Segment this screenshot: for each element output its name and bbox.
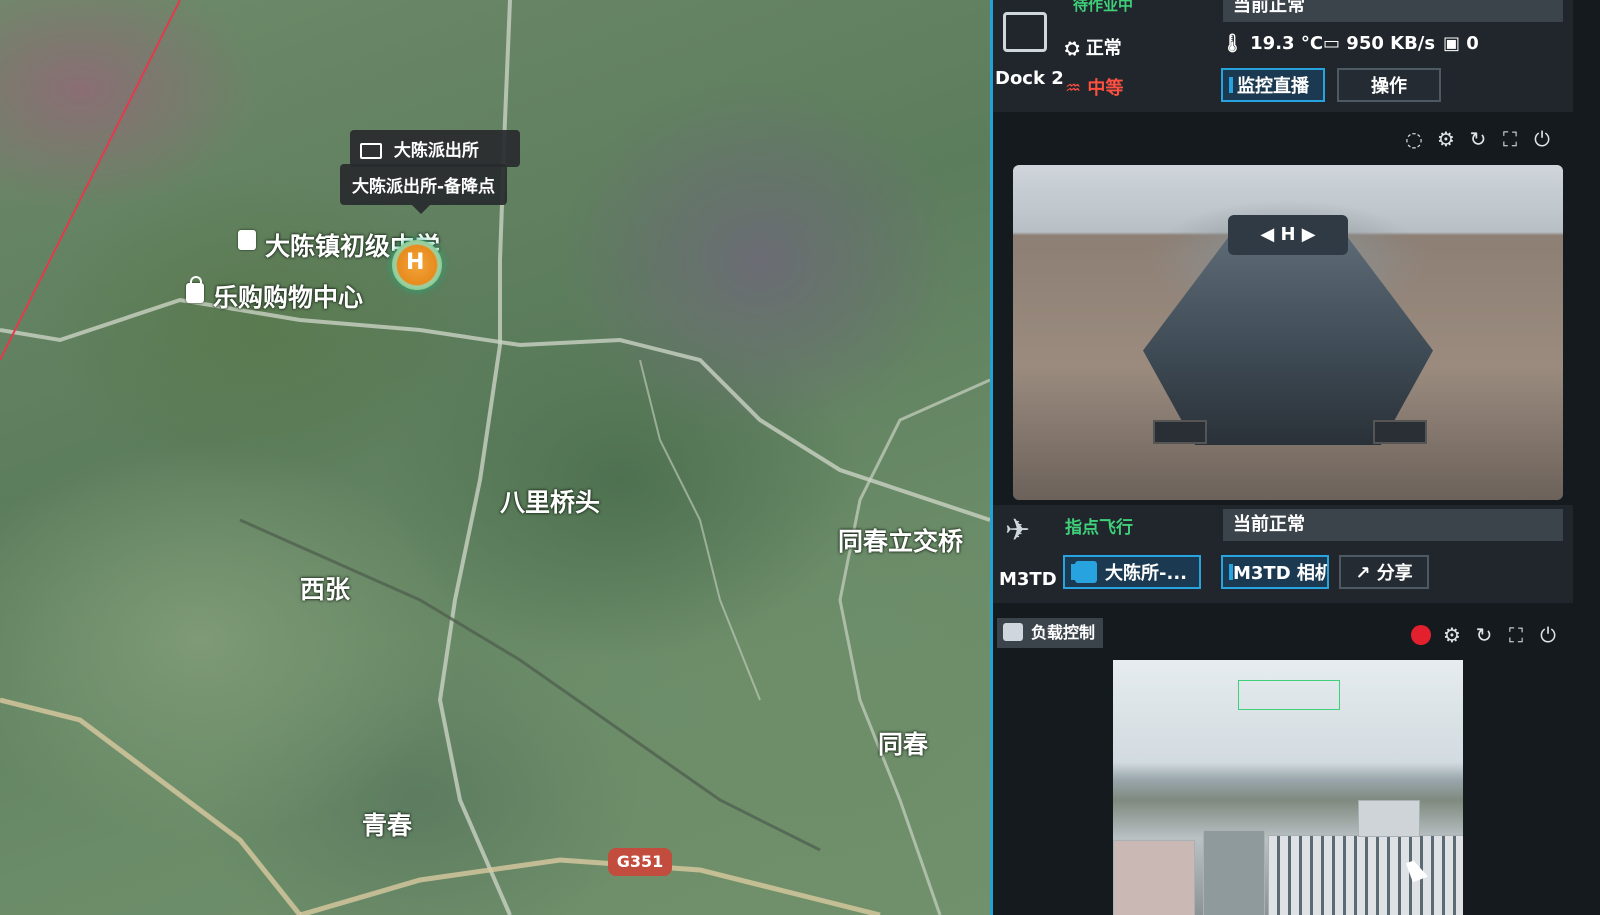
map-label-interchange[interactable]: 同春立交桥 <box>838 522 963 558</box>
dock-header: Dock 2 待作业中 当前正常 ⛭ 正常 ♒ 中等 🌡 19.3 °C ▭ 9… <box>993 0 1573 112</box>
fullscreen-icon[interactable]: ⛶ <box>1499 128 1521 150</box>
dock-state-label: 正常 <box>1085 38 1122 59</box>
dock-camera-video[interactable]: ◀ H ▶ <box>1013 165 1563 500</box>
camera-icon <box>1003 623 1023 641</box>
payload-camera-video[interactable] <box>1113 660 1463 915</box>
dock-select-button[interactable]: 大陈所-... <box>1063 555 1201 589</box>
power-icon[interactable]: ⏻ <box>1537 624 1559 646</box>
lock-icon <box>186 276 204 303</box>
drone-state-icon: ⛭ <box>1065 38 1080 59</box>
dock-network-value: 950 KB/s <box>1346 33 1436 54</box>
school-icon <box>238 230 256 250</box>
operate-button[interactable]: 操作 <box>1337 68 1441 102</box>
aircraft-status-bar: 当前正常 <box>1223 509 1563 541</box>
dock-video-toolbar: ◌ ⚙ ↻ ⛶ ⏻ <box>993 118 1573 158</box>
record-icon[interactable] <box>1411 625 1431 645</box>
dock-marker-icon[interactable] <box>392 240 442 290</box>
wind-icon: ♒ <box>1065 78 1082 99</box>
thermometer-icon: 🌡 <box>1221 33 1244 54</box>
refresh-icon[interactable]: ↻ <box>1467 128 1489 150</box>
map-tooltip-landing-point: 大陈派出所-备降点 <box>340 164 508 214</box>
building <box>1268 835 1463 915</box>
map-label-xizhang[interactable]: 西张 <box>300 570 350 606</box>
dock-temperature-value: 19.3 °C <box>1250 33 1324 54</box>
dock-temperature: 🌡 19.3 °C <box>1221 33 1323 54</box>
building <box>1358 800 1420 837</box>
building <box>1113 840 1195 915</box>
road-badge: G351 <box>608 848 672 876</box>
live-monitor-button[interactable]: 监控直播 <box>1221 68 1325 102</box>
device-panel: Dock 2 待作业中 当前正常 ⛭ 正常 ♒ 中等 🌡 19.3 °C ▭ 9… <box>990 0 1600 915</box>
aircraft-mode-text: 指点飞行 <box>1065 518 1133 538</box>
focus-box <box>1238 680 1340 710</box>
map-label-qingchun[interactable]: 青春 <box>362 806 412 842</box>
dock-vent-left <box>1153 420 1207 444</box>
map-tooltip-station-text: 大陈派出所 <box>393 141 479 161</box>
dock-network: ▭ 950 KB/s <box>1323 33 1435 54</box>
dock-mode-text: 待作业中 <box>1073 0 1134 14</box>
fullscreen-icon[interactable]: ⛶ <box>1505 624 1527 646</box>
dock-wind-label: 中等 <box>1087 78 1124 99</box>
share-label: 分享 <box>1376 563 1413 584</box>
storage-icon: ▣ <box>1443 33 1461 54</box>
dock-small-icon <box>360 143 382 159</box>
dock-icon <box>1003 12 1047 52</box>
share-button[interactable]: ↗ 分享 <box>1339 555 1429 589</box>
payload-control-tab[interactable]: 负载控制 <box>997 618 1104 648</box>
bulb-icon[interactable]: ◌ <box>1403 128 1425 150</box>
refresh-icon[interactable]: ↻ <box>1473 624 1495 646</box>
dock-status-bar: 当前正常 <box>1223 0 1563 22</box>
aircraft-icon: ✈ <box>1005 513 1031 548</box>
drone-h-marker: ◀ H ▶ <box>1228 215 1348 255</box>
camera-button[interactable]: M3TD 相机 <box>1221 555 1329 589</box>
aircraft-name: M3TD <box>999 569 1057 590</box>
payload-control-label: 负载控制 <box>1031 623 1096 642</box>
dock-select-icon <box>1075 561 1097 583</box>
dock-wind: ♒ 中等 <box>1065 74 1123 100</box>
map-tooltip-station: 大陈派出所 <box>350 130 520 167</box>
dock-select-label: 大陈所-... <box>1105 563 1187 584</box>
map-label-mall[interactable]: 乐购购物中心 <box>213 278 363 314</box>
monitor-icon: ▭ <box>1323 33 1341 54</box>
building <box>1203 830 1265 915</box>
share-icon: ↗ <box>1355 563 1371 584</box>
dock-vent-right <box>1373 420 1427 444</box>
map-label-tongchun[interactable]: 同春 <box>878 725 928 761</box>
map-label-balqiao[interactable]: 八里桥头 <box>500 483 600 519</box>
aircraft-header: ✈ M3TD 指点飞行 当前正常 大陈所-... M3TD 相机 ↗ 分享 <box>993 505 1573 603</box>
payload-toolbar: 负载控制 ⚙ ↻ ⛶ ⏻ <box>993 615 1573 655</box>
docked-drone <box>1143 235 1433 445</box>
dock-storage-value: 0 <box>1466 33 1479 54</box>
dock-state: ⛭ 正常 <box>1065 34 1122 60</box>
dock-storage: ▣ 0 <box>1443 33 1479 54</box>
gear-icon[interactable]: ⚙ <box>1441 624 1463 646</box>
power-icon[interactable]: ⏻ <box>1531 128 1553 150</box>
dock-name: Dock 2 <box>995 68 1064 89</box>
map-view[interactable]: 大陈镇初级中学 乐购购物中心 八里桥头 西张 同春立交桥 同春 青春 大陈派出所… <box>0 0 990 915</box>
gear-icon[interactable]: ⚙ <box>1435 128 1457 150</box>
